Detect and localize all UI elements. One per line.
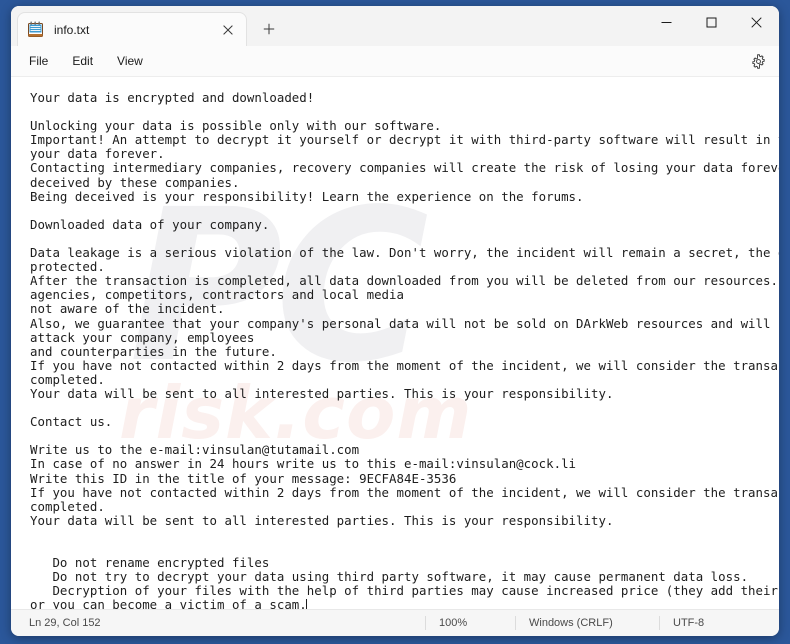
window-controls: [644, 6, 779, 46]
minimize-button[interactable]: [644, 6, 689, 38]
text-content[interactable]: Your data is encrypted and downloaded! U…: [11, 77, 779, 609]
notepad-window: info.txt File Edit View PC risk.com Your…: [11, 6, 779, 636]
editor-area[interactable]: PC risk.com Your data is encrypted and d…: [11, 77, 779, 609]
status-bar: Ln 29, Col 152 100% Windows (CRLF) UTF-8: [11, 609, 779, 636]
title-bar: info.txt: [11, 6, 779, 46]
text-caret: [306, 599, 308, 609]
status-position: Ln 29, Col 152: [29, 617, 101, 629]
maximize-button[interactable]: [689, 6, 734, 38]
notepad-icon: [27, 21, 44, 39]
close-button[interactable]: [734, 6, 779, 38]
menu-item-view[interactable]: View: [105, 49, 155, 73]
menu-item-edit[interactable]: Edit: [60, 49, 105, 73]
tab-label: info.txt: [54, 22, 90, 37]
ransom-note-text: Your data is encrypted and downloaded! U…: [30, 90, 779, 609]
menu-item-file[interactable]: File: [17, 49, 60, 73]
desktop-background: info.txt File Edit View PC risk.com Your…: [0, 0, 790, 644]
tab-strip: info.txt: [11, 6, 644, 46]
gear-icon[interactable]: [745, 49, 771, 73]
new-tab-button[interactable]: [254, 14, 284, 44]
tab-info-txt[interactable]: info.txt: [17, 12, 247, 46]
status-line-ending[interactable]: Windows (CRLF): [515, 614, 659, 632]
status-zoom[interactable]: 100%: [425, 614, 515, 632]
menu-bar: File Edit View: [11, 46, 779, 77]
status-encoding[interactable]: UTF-8: [659, 614, 779, 632]
tab-close-icon[interactable]: [216, 18, 240, 42]
